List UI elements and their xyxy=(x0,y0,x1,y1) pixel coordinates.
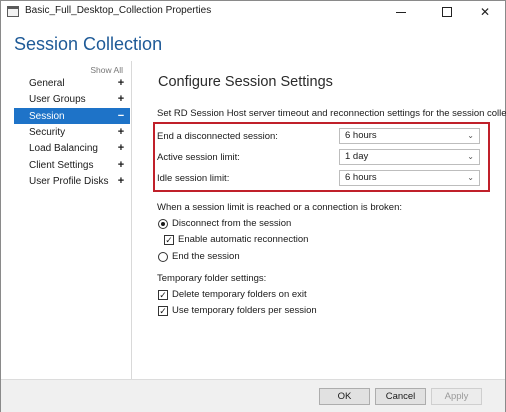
checkmark-icon: ✓ xyxy=(159,306,167,316)
minimize-button[interactable] xyxy=(381,1,421,23)
active-limit-select[interactable]: 1 day ⌄ xyxy=(339,149,480,165)
section-description: Set RD Session Host server timeout and r… xyxy=(157,108,506,119)
ok-button[interactable]: OK xyxy=(319,388,370,405)
nav-divider xyxy=(131,61,132,379)
auto-reconnect-checkbox[interactable]: ✓ xyxy=(164,235,174,245)
select-value: 1 day xyxy=(345,151,369,162)
expand-icon: + xyxy=(117,142,125,154)
sidebar-item-label: Session xyxy=(29,110,65,122)
sidebar-item-label: User Groups xyxy=(29,93,86,105)
idle-limit-select[interactable]: 6 hours ⌄ xyxy=(339,170,480,186)
page-title: Session Collection xyxy=(14,34,163,54)
sidebar-item-security[interactable]: Security + xyxy=(14,124,130,140)
setting-label: Idle session limit: xyxy=(157,173,230,184)
disconnect-label: Disconnect from the session xyxy=(172,218,292,229)
setting-label: Active session limit: xyxy=(157,152,240,163)
chevron-down-icon: ⌄ xyxy=(467,173,474,182)
delete-temp-checkbox[interactable]: ✓ xyxy=(158,290,168,300)
chevron-down-icon: ⌄ xyxy=(467,152,474,161)
checkmark-icon: ✓ xyxy=(165,235,173,245)
setting-label: End a disconnected session: xyxy=(157,131,278,142)
sidebar-item-client-settings[interactable]: Client Settings + xyxy=(14,157,130,173)
expand-icon: + xyxy=(117,93,125,105)
cancel-button[interactable]: Cancel xyxy=(375,388,426,405)
select-value: 6 hours xyxy=(345,130,377,141)
use-temp-checkbox[interactable]: ✓ xyxy=(158,306,168,316)
expand-icon: + xyxy=(117,159,125,171)
minimize-icon xyxy=(396,11,406,13)
setting-idle-limit: Idle session limit: 6 hours ⌄ xyxy=(157,170,485,188)
close-icon: ✕ xyxy=(479,5,491,19)
sidebar-item-user-profile-disks[interactable]: User Profile Disks + xyxy=(14,173,130,189)
expand-icon: + xyxy=(117,126,125,138)
title-bar: Basic_Full_Desktop_Collection Properties… xyxy=(1,1,505,23)
maximize-icon xyxy=(442,7,452,17)
end-session-radio[interactable] xyxy=(158,252,168,262)
end-session-label: End the session xyxy=(172,251,240,262)
chevron-down-icon: ⌄ xyxy=(467,131,474,140)
disconnect-radio[interactable] xyxy=(158,219,168,229)
sidebar-item-label: General xyxy=(29,77,65,89)
end-disconnected-select[interactable]: 6 hours ⌄ xyxy=(339,128,480,144)
use-temp-label: Use temporary folders per session xyxy=(172,305,317,316)
show-all-link[interactable]: Show All xyxy=(90,65,123,75)
expand-icon: + xyxy=(117,175,125,187)
select-value: 6 hours xyxy=(345,172,377,183)
expand-icon: + xyxy=(117,77,125,89)
sidebar-item-label: User Profile Disks xyxy=(29,175,109,187)
close-button[interactable]: ✕ xyxy=(465,1,505,23)
sidebar-item-session[interactable]: Session − xyxy=(14,108,130,124)
sidebar-item-load-balancing[interactable]: Load Balancing + xyxy=(14,140,130,156)
window-title: Basic_Full_Desktop_Collection Properties xyxy=(25,5,212,16)
sidebar-nav: Show All General + User Groups + Session… xyxy=(14,63,131,378)
checkmark-icon: ✓ xyxy=(159,290,167,300)
sidebar-item-label: Security xyxy=(29,126,66,138)
setting-end-disconnected: End a disconnected session: 6 hours ⌄ xyxy=(157,128,485,146)
properties-window: Basic_Full_Desktop_Collection Properties… xyxy=(0,0,506,412)
auto-reconnect-label: Enable automatic reconnection xyxy=(178,234,309,245)
sidebar-item-label: Client Settings xyxy=(29,159,94,171)
section-title: Configure Session Settings xyxy=(158,74,333,90)
apply-button[interactable]: Apply xyxy=(431,388,482,405)
setting-active-limit: Active session limit: 1 day ⌄ xyxy=(157,149,485,167)
sidebar-item-label: Load Balancing xyxy=(29,142,98,154)
footer-bar: OK Cancel Apply xyxy=(1,379,505,412)
sidebar-item-user-groups[interactable]: User Groups + xyxy=(14,91,130,107)
collapse-icon: − xyxy=(117,110,125,122)
limit-reached-heading: When a session limit is reached or a con… xyxy=(157,202,403,213)
sidebar-item-general[interactable]: General + xyxy=(14,75,130,91)
temp-folder-heading: Temporary folder settings: xyxy=(157,273,267,284)
maximize-button[interactable] xyxy=(427,1,467,23)
delete-temp-label: Delete temporary folders on exit xyxy=(172,289,307,300)
window-app-icon xyxy=(7,6,19,17)
